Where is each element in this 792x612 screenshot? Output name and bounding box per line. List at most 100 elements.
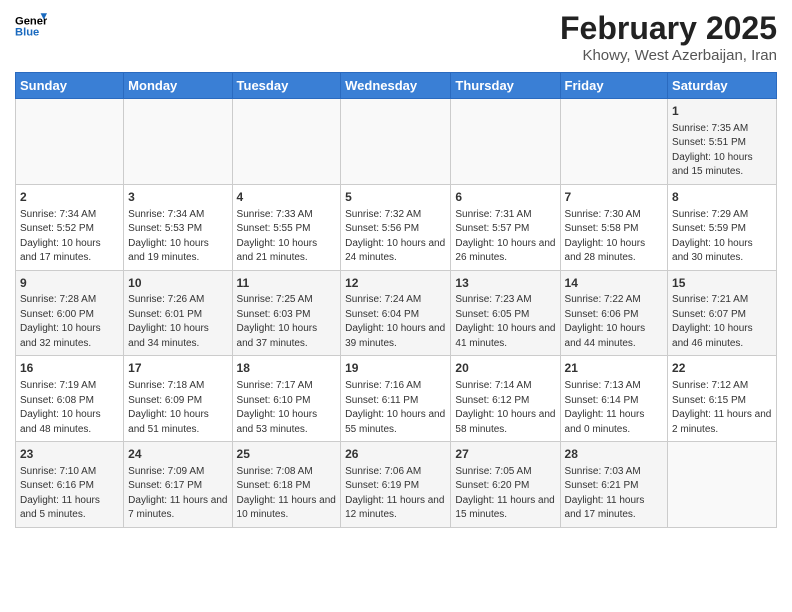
- calendar-day-2: 2Sunrise: 7:34 AM Sunset: 5:52 PM Daylig…: [16, 184, 124, 270]
- day-number: 7: [565, 189, 664, 206]
- day-info: Sunrise: 7:10 AM Sunset: 6:16 PM Dayligh…: [20, 465, 119, 523]
- day-number: 27: [455, 446, 555, 463]
- weekday-header-saturday: Saturday: [668, 73, 777, 99]
- day-number: 14: [565, 275, 664, 292]
- svg-text:Blue: Blue: [15, 27, 39, 39]
- calendar-day-11: 11Sunrise: 7:25 AM Sunset: 6:03 PM Dayli…: [232, 270, 341, 356]
- day-number: 17: [128, 360, 227, 377]
- day-info: Sunrise: 7:23 AM Sunset: 6:05 PM Dayligh…: [455, 293, 555, 351]
- calendar-empty-cell: [668, 442, 777, 528]
- day-info: Sunrise: 7:28 AM Sunset: 6:00 PM Dayligh…: [20, 293, 119, 351]
- day-info: Sunrise: 7:09 AM Sunset: 6:17 PM Dayligh…: [128, 465, 227, 523]
- day-info: Sunrise: 7:22 AM Sunset: 6:06 PM Dayligh…: [565, 293, 664, 351]
- day-number: 9: [20, 275, 119, 292]
- day-number: 3: [128, 189, 227, 206]
- day-info: Sunrise: 7:03 AM Sunset: 6:21 PM Dayligh…: [565, 465, 664, 523]
- day-number: 20: [455, 360, 555, 377]
- day-info: Sunrise: 7:25 AM Sunset: 6:03 PM Dayligh…: [237, 293, 337, 351]
- day-number: 16: [20, 360, 119, 377]
- day-number: 26: [345, 446, 446, 463]
- location-title: Khowy, West Azerbaijan, Iran: [560, 47, 777, 64]
- day-number: 12: [345, 275, 446, 292]
- day-info: Sunrise: 7:29 AM Sunset: 5:59 PM Dayligh…: [672, 208, 772, 266]
- calendar-day-26: 26 Sunrise: 7:06 AM Sunset: 6:19 PM Dayli…: [341, 442, 451, 528]
- day-info: Sunrise: 7:32 AM Sunset: 5:56 PM Dayligh…: [345, 208, 446, 266]
- calendar-day-1: 1Sunrise: 7:35 AM Sunset: 5:51 PM Daylig…: [668, 99, 777, 185]
- weekday-header-sunday: Sunday: [16, 73, 124, 99]
- calendar-day-19: 19 Sunrise: 7:16 AM Sunset: 6:11 PM Dayli…: [341, 356, 451, 442]
- day-info: Sunrise: 7:08 AM Sunset: 6:18 PM Dayligh…: [237, 465, 337, 523]
- calendar-week-row: 16Sunrise: 7:19 AM Sunset: 6:08 PM Dayli…: [16, 356, 777, 442]
- day-info: Sunrise: 7:21 AM Sunset: 6:07 PM Dayligh…: [672, 293, 772, 351]
- day-info: Sunrise: 7:26 AM Sunset: 6:01 PM Dayligh…: [128, 293, 227, 351]
- day-number: 5: [345, 189, 446, 206]
- day-number: 28: [565, 446, 664, 463]
- day-info: Sunrise: 7:12 AM Sunset: 6:15 PM Dayligh…: [672, 379, 772, 437]
- day-number: 4: [237, 189, 337, 206]
- calendar-day-23: 23 Sunrise: 7:10 AM Sunset: 6:16 PM Dayli…: [16, 442, 124, 528]
- calendar-empty-cell: [232, 99, 341, 185]
- calendar-empty-cell: [560, 99, 668, 185]
- calendar-day-16: 16Sunrise: 7:19 AM Sunset: 6:08 PM Dayli…: [16, 356, 124, 442]
- day-number: 22: [672, 360, 772, 377]
- day-info: Sunrise: 7:24 AM Sunset: 6:04 PM Dayligh…: [345, 293, 446, 351]
- day-number: 6: [455, 189, 555, 206]
- day-number: 19: [345, 360, 446, 377]
- day-info: Sunrise: 7:17 AM Sunset: 6:10 PM Dayligh…: [237, 379, 337, 437]
- calendar-week-row: 23 Sunrise: 7:10 AM Sunset: 6:16 PM Dayli…: [16, 442, 777, 528]
- calendar-day-6: 6 Sunrise: 7:31 AM Sunset: 5:57 PM Daylig…: [451, 184, 560, 270]
- day-number: 11: [237, 275, 337, 292]
- day-info: Sunrise: 7:34 AM Sunset: 5:53 PM Dayligh…: [128, 208, 227, 266]
- calendar-day-15: 15Sunrise: 7:21 AM Sunset: 6:07 PM Dayli…: [668, 270, 777, 356]
- calendar-table: SundayMondayTuesdayWednesdayThursdayFrid…: [15, 72, 777, 528]
- calendar-week-row: 1Sunrise: 7:35 AM Sunset: 5:51 PM Daylig…: [16, 99, 777, 185]
- day-number: 13: [455, 275, 555, 292]
- day-number: 10: [128, 275, 227, 292]
- calendar-empty-cell: [16, 99, 124, 185]
- day-number: 1: [672, 103, 772, 120]
- calendar-day-10: 10Sunrise: 7:26 AM Sunset: 6:01 PM Dayli…: [124, 270, 232, 356]
- day-number: 18: [237, 360, 337, 377]
- calendar-day-24: 24 Sunrise: 7:09 AM Sunset: 6:17 PM Dayli…: [124, 442, 232, 528]
- logo-icon: General Blue: [15, 10, 47, 42]
- day-number: 8: [672, 189, 772, 206]
- logo: General Blue: [15, 10, 47, 42]
- calendar-day-17: 17Sunrise: 7:18 AM Sunset: 6:09 PM Dayli…: [124, 356, 232, 442]
- weekday-header-thursday: Thursday: [451, 73, 560, 99]
- calendar-day-28: 28 Sunrise: 7:03 AM Sunset: 6:21 PM Dayli…: [560, 442, 668, 528]
- calendar-day-13: 13Sunrise: 7:23 AM Sunset: 6:05 PM Dayli…: [451, 270, 560, 356]
- calendar-day-25: 25Sunrise: 7:08 AM Sunset: 6:18 PM Dayli…: [232, 442, 341, 528]
- calendar-day-20: 20 Sunrise: 7:14 AM Sunset: 6:12 PM Dayli…: [451, 356, 560, 442]
- calendar-day-22: 22 Sunrise: 7:12 AM Sunset: 6:15 PM Dayli…: [668, 356, 777, 442]
- calendar-day-14: 14Sunrise: 7:22 AM Sunset: 6:06 PM Dayli…: [560, 270, 668, 356]
- calendar-day-4: 4 Sunrise: 7:33 AM Sunset: 5:55 PM Daylig…: [232, 184, 341, 270]
- calendar-day-18: 18 Sunrise: 7:17 AM Sunset: 6:10 PM Dayli…: [232, 356, 341, 442]
- svg-text:General: General: [15, 15, 47, 27]
- calendar-empty-cell: [341, 99, 451, 185]
- month-title: February 2025: [560, 10, 777, 47]
- calendar-day-12: 12Sunrise: 7:24 AM Sunset: 6:04 PM Dayli…: [341, 270, 451, 356]
- weekday-header-row: SundayMondayTuesdayWednesdayThursdayFrid…: [16, 73, 777, 99]
- day-number: 24: [128, 446, 227, 463]
- calendar-day-3: 3 Sunrise: 7:34 AM Sunset: 5:53 PM Daylig…: [124, 184, 232, 270]
- day-info: Sunrise: 7:16 AM Sunset: 6:11 PM Dayligh…: [345, 379, 446, 437]
- weekday-header-wednesday: Wednesday: [341, 73, 451, 99]
- day-number: 2: [20, 189, 119, 206]
- day-info: Sunrise: 7:05 AM Sunset: 6:20 PM Dayligh…: [455, 465, 555, 523]
- day-number: 23: [20, 446, 119, 463]
- day-info: Sunrise: 7:33 AM Sunset: 5:55 PM Dayligh…: [237, 208, 337, 266]
- weekday-header-friday: Friday: [560, 73, 668, 99]
- day-number: 21: [565, 360, 664, 377]
- calendar-week-row: 9Sunrise: 7:28 AM Sunset: 6:00 PM Daylig…: [16, 270, 777, 356]
- weekday-header-monday: Monday: [124, 73, 232, 99]
- day-number: 15: [672, 275, 772, 292]
- day-info: Sunrise: 7:06 AM Sunset: 6:19 PM Dayligh…: [345, 465, 446, 523]
- page-header: General Blue February 2025 Khowy, West A…: [15, 10, 777, 64]
- calendar-day-27: 27 Sunrise: 7:05 AM Sunset: 6:20 PM Dayli…: [451, 442, 560, 528]
- day-info: Sunrise: 7:30 AM Sunset: 5:58 PM Dayligh…: [565, 208, 664, 266]
- calendar-day-7: 7 Sunrise: 7:30 AM Sunset: 5:58 PM Daylig…: [560, 184, 668, 270]
- day-info: Sunrise: 7:14 AM Sunset: 6:12 PM Dayligh…: [455, 379, 555, 437]
- calendar-day-21: 21Sunrise: 7:13 AM Sunset: 6:14 PM Dayli…: [560, 356, 668, 442]
- day-info: Sunrise: 7:31 AM Sunset: 5:57 PM Dayligh…: [455, 208, 555, 266]
- calendar-day-8: 8 Sunrise: 7:29 AM Sunset: 5:59 PM Daylig…: [668, 184, 777, 270]
